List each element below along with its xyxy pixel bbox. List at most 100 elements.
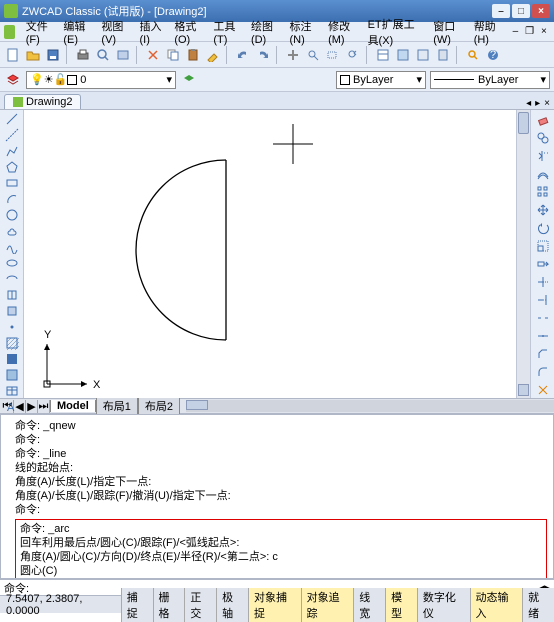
color-dropdown[interactable]: ByLayer ▾ xyxy=(336,71,426,89)
snap-toggle[interactable]: 捕捉 xyxy=(121,588,153,622)
menu-dim[interactable]: 标注(N) xyxy=(285,16,324,48)
coordinates-readout[interactable]: 7.5407, 2.3807, 0.0000 xyxy=(0,593,121,617)
layer-prev-icon[interactable] xyxy=(180,71,198,89)
circle-icon[interactable] xyxy=(3,208,21,222)
pline-icon[interactable] xyxy=(3,144,21,158)
tablet-toggle[interactable]: 数字化仪 xyxy=(417,588,470,622)
doc-close-button[interactable]: × xyxy=(538,26,550,38)
polar-toggle[interactable]: 极轴 xyxy=(216,588,248,622)
new-icon[interactable] xyxy=(4,46,22,64)
ellipsearc-icon[interactable] xyxy=(3,272,21,286)
doc-restore-button[interactable]: ❐ xyxy=(524,26,536,38)
menu-edit[interactable]: 编辑(E) xyxy=(58,16,96,48)
undo-icon[interactable] xyxy=(234,46,252,64)
vertical-scrollbar[interactable] xyxy=(516,110,530,398)
break-icon[interactable] xyxy=(534,310,552,326)
doc-minimize-button[interactable]: – xyxy=(509,26,521,38)
line-icon[interactable] xyxy=(3,112,21,126)
extend-icon[interactable] xyxy=(534,292,552,308)
hatch-icon[interactable] xyxy=(3,336,21,350)
publish-icon[interactable] xyxy=(114,46,132,64)
linetype-dropdown[interactable]: ByLayer ▾ xyxy=(430,71,550,89)
layer-manager-icon[interactable] xyxy=(4,71,22,89)
spline-icon[interactable] xyxy=(3,240,21,254)
calc-icon[interactable] xyxy=(434,46,452,64)
ellipse-icon[interactable] xyxy=(3,256,21,270)
menu-modify[interactable]: 修改(M) xyxy=(323,16,362,48)
ortho-toggle[interactable]: 正交 xyxy=(184,588,216,622)
gradient-icon[interactable] xyxy=(3,352,21,366)
grid-toggle[interactable]: 栅格 xyxy=(153,588,185,622)
menu-tools[interactable]: 工具(T) xyxy=(208,16,246,48)
erase-icon[interactable] xyxy=(534,112,552,128)
menu-window[interactable]: 窗口(W) xyxy=(428,16,468,48)
properties-icon[interactable] xyxy=(374,46,392,64)
nav-next-icon[interactable]: ▶ xyxy=(26,400,38,413)
find-icon[interactable] xyxy=(464,46,482,64)
maximize-button[interactable]: □ xyxy=(512,4,530,18)
stretch-icon[interactable] xyxy=(534,256,552,272)
tab-prev-icon[interactable]: ◂ xyxy=(526,98,531,109)
cut-icon[interactable] xyxy=(144,46,162,64)
join-icon[interactable] xyxy=(534,328,552,344)
array-icon[interactable] xyxy=(534,184,552,200)
layer-dropdown[interactable]: 💡 ☀ 🔓 0 ▾ xyxy=(26,71,176,89)
trim-icon[interactable] xyxy=(534,274,552,290)
horizontal-scrollbar[interactable] xyxy=(186,400,554,412)
xline-icon[interactable] xyxy=(3,128,21,142)
block-icon[interactable] xyxy=(3,304,21,318)
tab-layout2[interactable]: 布局2 xyxy=(138,398,180,414)
mtext-icon[interactable]: A xyxy=(3,400,21,414)
dc-icon[interactable] xyxy=(394,46,412,64)
otrack-toggle[interactable]: 对象追踪 xyxy=(301,588,354,622)
mirror-icon[interactable] xyxy=(534,148,552,164)
matchprop-icon[interactable] xyxy=(204,46,222,64)
tab-next-icon[interactable]: ▸ xyxy=(535,98,540,109)
explode-icon[interactable] xyxy=(534,382,552,398)
menu-insert[interactable]: 插入(I) xyxy=(135,16,170,48)
table-icon[interactable] xyxy=(3,384,21,398)
region-icon[interactable] xyxy=(3,368,21,382)
fillet-icon[interactable] xyxy=(534,364,552,380)
menu-draw[interactable]: 绘图(D) xyxy=(246,16,285,48)
tab-model[interactable]: Model xyxy=(50,400,96,412)
zoom-prev-icon[interactable] xyxy=(344,46,362,64)
hscroll-thumb[interactable] xyxy=(186,400,208,410)
scale-icon[interactable] xyxy=(534,238,552,254)
drawing-canvas[interactable]: X Y xyxy=(24,110,516,398)
zoom-rt-icon[interactable] xyxy=(304,46,322,64)
tab-layout1[interactable]: 布局1 xyxy=(96,398,138,414)
point-icon[interactable] xyxy=(3,320,21,334)
rect-icon[interactable] xyxy=(3,176,21,190)
close-button[interactable]: × xyxy=(532,4,550,18)
offset-icon[interactable] xyxy=(534,166,552,182)
chamfer-icon[interactable] xyxy=(534,346,552,362)
dyn-toggle[interactable]: 动态输入 xyxy=(470,588,523,622)
pan-icon[interactable] xyxy=(284,46,302,64)
revcloud-icon[interactable] xyxy=(3,224,21,238)
menu-help[interactable]: 帮助(H) xyxy=(469,16,508,48)
print-icon[interactable] xyxy=(74,46,92,64)
document-tab[interactable]: Drawing2 xyxy=(4,94,81,109)
polygon-icon[interactable] xyxy=(3,160,21,174)
open-icon[interactable] xyxy=(24,46,42,64)
arc-icon[interactable] xyxy=(3,192,21,206)
insert-icon[interactable] xyxy=(3,288,21,302)
tp-icon[interactable] xyxy=(414,46,432,64)
scrollbar-down-arrow[interactable] xyxy=(518,384,529,396)
menu-view[interactable]: 视图(V) xyxy=(96,16,134,48)
tab-close-icon[interactable]: × xyxy=(544,98,550,109)
copy-icon[interactable] xyxy=(164,46,182,64)
osnap-toggle[interactable]: 对象捕捉 xyxy=(248,588,301,622)
menu-file[interactable]: 文件(F) xyxy=(21,16,59,48)
preview-icon[interactable] xyxy=(94,46,112,64)
model-toggle[interactable]: 模型 xyxy=(385,588,417,622)
copy-obj-icon[interactable] xyxy=(534,130,552,146)
help-icon[interactable]: ? xyxy=(484,46,502,64)
nav-last-icon[interactable]: ⏭ xyxy=(38,400,50,413)
save-icon[interactable] xyxy=(44,46,62,64)
zoom-win-icon[interactable] xyxy=(324,46,342,64)
paste-icon[interactable] xyxy=(184,46,202,64)
menu-et[interactable]: ET扩展工具(X) xyxy=(363,14,429,50)
command-history[interactable]: 命令: _qnew 命令: 命令: _line 线的起始点: 角度(A)/长度(… xyxy=(0,414,554,579)
